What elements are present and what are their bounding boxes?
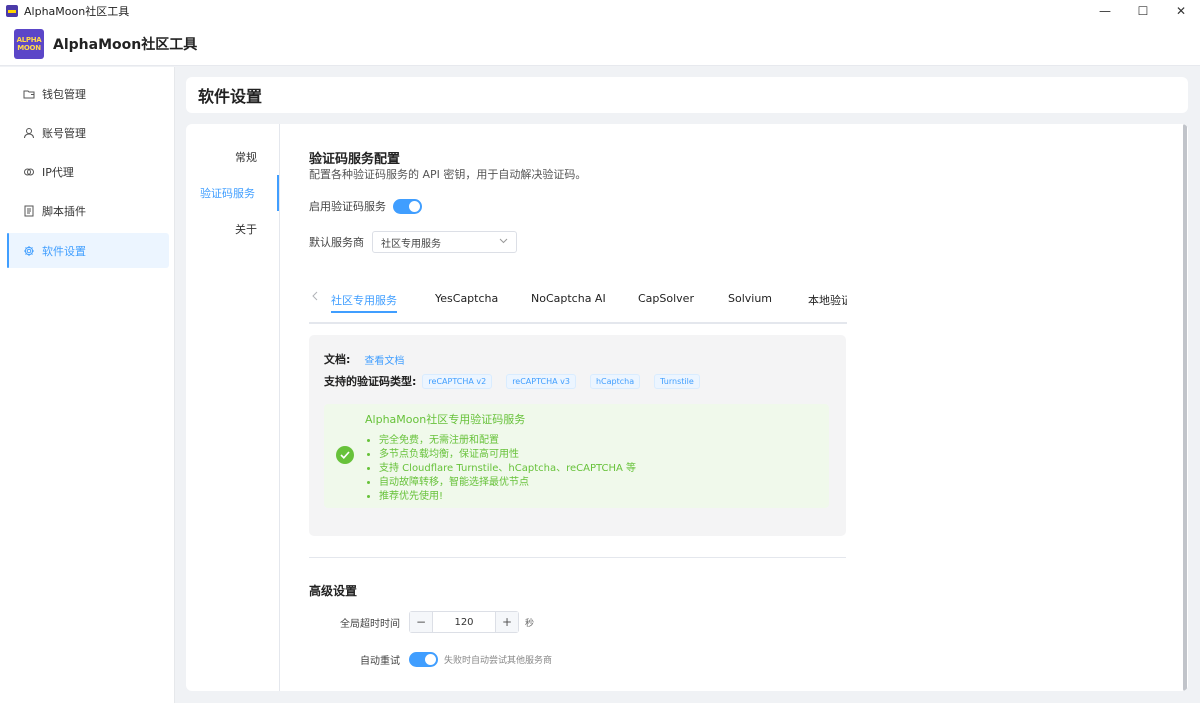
list-item: 推荐优先使用!	[379, 490, 636, 504]
enable-captcha-row: 启用验证码服务	[309, 198, 422, 214]
section-description: 配置各种验证码服务的 API 密钥，用于自动解决验证码。	[309, 168, 587, 181]
enable-captcha-switch[interactable]	[393, 198, 422, 214]
success-alert: AlphaMoon社区专用验证码服务 完全免费，无需注册和配置 多节点负载均衡，…	[324, 404, 829, 508]
logo-text-line1: ALPHA	[16, 35, 42, 44]
window-controls: — ☐ ✕	[1086, 0, 1200, 22]
captcha-type-tag: reCAPTCHA v3	[506, 373, 576, 389]
list-item: 多节点负载均衡，保证高可用性	[379, 448, 636, 462]
settings-menu-captcha[interactable]: 验证码服务	[186, 175, 279, 211]
chevron-left-icon[interactable]	[311, 290, 318, 304]
default-provider-select[interactable]: 社区专用服务	[372, 231, 517, 253]
default-provider-row: 默认服务商 社区专用服务	[309, 231, 517, 253]
default-provider-label: 默认服务商	[309, 236, 364, 249]
sidebar-item-wallet[interactable]: 钱包管理	[7, 76, 169, 111]
window-titlebar: AlphaMoon社区工具 — ☐ ✕	[0, 0, 1200, 22]
list-item: 完全免费，无需注册和配置	[379, 434, 636, 448]
decrement-button[interactable]: −	[410, 612, 433, 632]
auto-retry-label: 自动重试	[360, 655, 400, 667]
maximize-button[interactable]: ☐	[1124, 0, 1162, 22]
supported-types-label: 支持的验证码类型:	[324, 375, 417, 388]
close-button[interactable]: ✕	[1162, 0, 1200, 22]
timeout-label: 全局超时时间	[340, 618, 400, 630]
alert-title: AlphaMoon社区专用验证码服务	[365, 413, 526, 426]
provider-info-box: 文档: 查看文档 支持的验证码类型: reCAPTCHA v2 reCAPTCH…	[309, 335, 846, 536]
auto-retry-hint: 失败时自动尝试其他服务商	[444, 655, 553, 666]
window-title: AlphaMoon社区工具	[24, 5, 130, 18]
timeout-stepper: − 120 +	[409, 611, 519, 633]
sidebar-item-label: 账号管理	[42, 126, 86, 140]
link-icon	[23, 166, 35, 178]
auto-retry-row: 自动重试 失败时自动尝试其他服务商	[309, 649, 552, 669]
page-title: 软件设置	[198, 87, 263, 106]
sidebar-item-proxy[interactable]: IP代理	[7, 154, 169, 189]
sidebar-item-accounts[interactable]: 账号管理	[7, 115, 169, 150]
captcha-type-tag: reCAPTCHA v2	[422, 373, 493, 389]
chevron-down-icon	[499, 237, 508, 247]
gear-icon	[23, 245, 35, 257]
divider	[309, 557, 846, 558]
scrollbar[interactable]	[1183, 124, 1187, 691]
supported-types-row: 支持的验证码类型: reCAPTCHA v2 reCAPTCHA v3 hCap…	[324, 373, 714, 389]
list-item: 自动故障转移，智能选择最优节点	[379, 476, 636, 490]
sidebar-item-label: IP代理	[42, 165, 74, 179]
tab-capsolver[interactable]: CapSolver	[638, 292, 694, 305]
page-header: 软件设置	[186, 77, 1188, 113]
enable-captcha-label: 启用验证码服务	[309, 200, 386, 213]
doc-label: 文档:	[324, 353, 351, 366]
auto-retry-switch[interactable]	[409, 651, 438, 667]
wallet-icon	[23, 88, 35, 100]
tab-solvium[interactable]: Solvium	[728, 292, 772, 305]
app-icon	[6, 5, 18, 17]
sidebar-item-scripts[interactable]: 脚本插件	[7, 193, 169, 228]
tab-nocaptcha[interactable]: NoCaptcha AI	[531, 292, 606, 305]
timeout-unit: 秒	[525, 618, 535, 629]
tab-local[interactable]: 本地验证	[808, 292, 847, 308]
check-circle-icon	[336, 446, 354, 464]
settings-card: 常规 验证码服务 关于 验证码服务配置 配置各种验证码服务的 API 密钥，用于…	[186, 124, 1188, 691]
sidebar: 钱包管理 账号管理 IP代理 脚本插件 软件设置	[0, 67, 175, 703]
settings-menu-general[interactable]: 常规	[186, 139, 279, 175]
captcha-type-tag: hCaptcha	[589, 373, 641, 389]
doc-row: 文档: 查看文档	[324, 351, 404, 367]
app-name: AlphaMoon社区工具	[53, 36, 198, 53]
doc-link[interactable]: 查看文档	[364, 352, 404, 367]
app-logo: ALPHA MOON	[14, 28, 44, 59]
section-title: 验证码服务配置	[309, 152, 401, 167]
provider-tabs: 社区专用服务 YesCaptcha NoCaptcha AI CapSolver…	[309, 286, 847, 324]
list-item: 支持 Cloudflare Turnstile、hCaptcha、reCAPTC…	[379, 462, 636, 476]
settings-menu-about[interactable]: 关于	[186, 211, 279, 247]
increment-button[interactable]: +	[495, 612, 518, 632]
document-icon	[23, 205, 35, 217]
timeout-row: 全局超时时间 − 120 + 秒	[309, 611, 534, 633]
app-header: ALPHA MOON AlphaMoon社区工具	[0, 22, 1200, 66]
tab-community[interactable]: 社区专用服务	[331, 292, 397, 313]
logo-text-line2: MOON	[17, 43, 41, 52]
user-icon	[23, 127, 35, 139]
sidebar-item-settings[interactable]: 软件设置	[7, 233, 169, 268]
alert-feature-list: 完全免费，无需注册和配置 多节点负载均衡，保证高可用性 支持 Cloudflar…	[379, 434, 636, 504]
minimize-button[interactable]: —	[1086, 0, 1124, 22]
timeout-input[interactable]: 120	[433, 612, 495, 632]
advanced-settings-title: 高级设置	[309, 584, 358, 598]
sidebar-item-label: 软件设置	[42, 244, 86, 258]
sidebar-item-label: 钱包管理	[42, 87, 86, 101]
default-provider-value: 社区专用服务	[381, 238, 441, 250]
settings-menu: 常规 验证码服务 关于	[186, 124, 280, 691]
sidebar-item-label: 脚本插件	[42, 204, 86, 218]
captcha-type-tag: Turnstile	[654, 373, 700, 389]
tab-yescaptcha[interactable]: YesCaptcha	[435, 292, 498, 305]
